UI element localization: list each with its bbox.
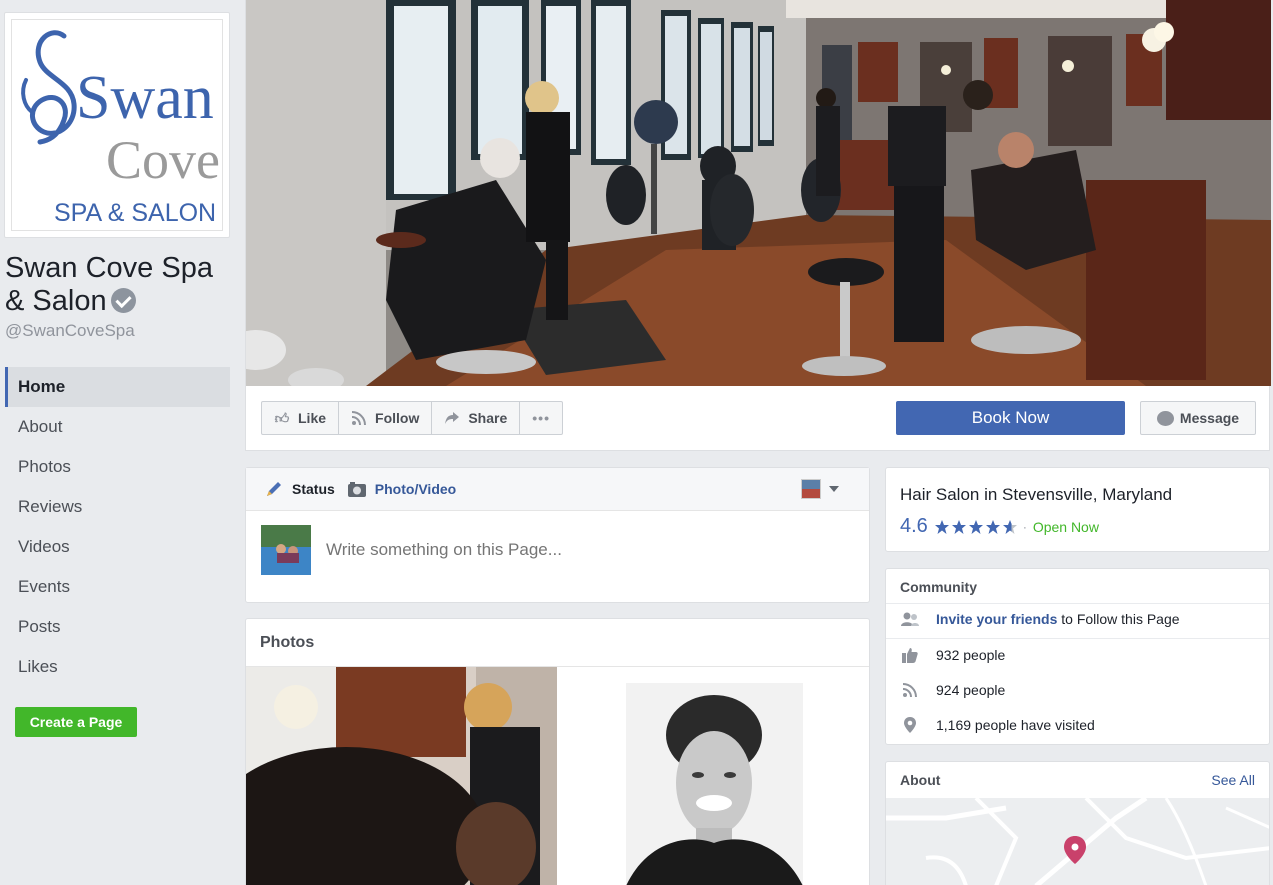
- logo-tagline: SPA & SALON: [54, 199, 216, 227]
- share-label: Share: [468, 410, 508, 426]
- star-icon: [934, 519, 949, 534]
- swan-cove-logo: Swan Cove SPA & SALON: [11, 19, 223, 231]
- invite-row: Invite your friends to Follow this Page: [900, 610, 1180, 628]
- nav-item-posts[interactable]: Posts: [5, 607, 230, 647]
- separator-dot: ·: [1022, 519, 1027, 534]
- star-icon: [985, 519, 1000, 534]
- star-icon: [968, 519, 983, 534]
- visits-count: 1,169 people have visited: [936, 717, 1095, 733]
- messenger-icon: [1156, 410, 1174, 426]
- audience-selector[interactable]: [801, 479, 839, 499]
- tab-photo-label: Photo/Video: [374, 481, 457, 497]
- profile-picture[interactable]: Swan Cove SPA & SALON: [4, 12, 230, 238]
- half-star-icon: [1002, 519, 1017, 534]
- followers-row[interactable]: 924 people: [900, 681, 1005, 699]
- cover-photo[interactable]: [246, 0, 1271, 386]
- verified-badge-icon: [110, 288, 136, 313]
- likes-count: 932 people: [936, 647, 1006, 663]
- book-now-button[interactable]: Book Now: [896, 401, 1125, 435]
- thumbs-up-icon: [900, 646, 920, 664]
- logo-text-swan: Swan: [76, 64, 214, 132]
- more-options-button[interactable]: •••: [520, 402, 562, 434]
- cover-card: 👍︎ Like Follow Share ••• Book Now Messag…: [245, 0, 1271, 451]
- rss-follow-icon: [900, 681, 920, 699]
- nav-item-events[interactable]: Events: [5, 567, 230, 607]
- invite-friends-link[interactable]: Invite your friends: [936, 611, 1057, 627]
- divider: [886, 603, 1269, 604]
- follow-label: Follow: [375, 410, 420, 426]
- friends-icon: [900, 610, 920, 628]
- tab-status-label: Status: [292, 481, 335, 497]
- likes-row[interactable]: 932 people: [900, 646, 1005, 664]
- page-action-group: 👍︎ Like Follow Share •••: [261, 401, 563, 435]
- pencil-icon: [264, 480, 284, 498]
- message-label: Message: [1179, 410, 1240, 426]
- nav-item-home[interactable]: Home: [5, 367, 230, 407]
- nav-item-reviews[interactable]: Reviews: [5, 487, 230, 527]
- page-info-card: Hair Salon in Stevensville, Maryland 4.6…: [885, 467, 1270, 552]
- location-pin-icon: [900, 716, 920, 734]
- page-avatar-thumb: [801, 479, 821, 499]
- divider: [886, 638, 1269, 639]
- star-icon: [951, 519, 966, 534]
- page-title: Swan Cove Spa & Salon: [5, 252, 235, 318]
- rss-follow-icon: [351, 410, 367, 426]
- rating-value: 4.6: [900, 515, 928, 537]
- photo-thumbnail[interactable]: [626, 683, 803, 885]
- share-button[interactable]: Share: [432, 402, 521, 434]
- see-all-link[interactable]: See All: [1211, 772, 1255, 788]
- followers-count: 924 people: [936, 682, 1006, 698]
- message-button[interactable]: Message: [1140, 401, 1256, 435]
- like-button[interactable]: 👍︎ Like: [262, 402, 340, 434]
- tab-status[interactable]: Status: [264, 480, 335, 498]
- nav-item-about[interactable]: About: [5, 407, 230, 447]
- follow-button[interactable]: Follow: [339, 402, 433, 434]
- page-nav: Home About Photos Reviews Videos Events …: [5, 367, 230, 687]
- photo-thumbnail[interactable]: [246, 667, 557, 885]
- nav-item-photos[interactable]: Photos: [5, 447, 230, 487]
- camera-icon: [347, 480, 367, 498]
- community-card: Community Invite your friends to Follow …: [885, 568, 1270, 745]
- nav-item-videos[interactable]: Videos: [5, 527, 230, 567]
- community-title: Community: [900, 579, 977, 595]
- tab-photo-video[interactable]: Photo/Video: [347, 480, 456, 498]
- share-arrow-icon: [444, 410, 460, 426]
- create-page-button[interactable]: Create a Page: [15, 707, 137, 737]
- nav-item-likes[interactable]: Likes: [5, 647, 230, 687]
- open-status: Open Now: [1032, 518, 1099, 535]
- user-avatar: [261, 525, 311, 575]
- location-map[interactable]: [886, 798, 1269, 885]
- invite-rest-text: to Follow this Page: [1057, 611, 1180, 627]
- photos-title: Photos: [246, 619, 869, 667]
- post-composer: Status Photo/Video: [245, 467, 870, 603]
- post-input[interactable]: [326, 540, 846, 560]
- page-handle[interactable]: @SwanCoveSpa: [5, 321, 135, 341]
- chevron-down-icon: [829, 486, 839, 492]
- thumbs-up-icon: 👍︎: [274, 410, 290, 426]
- visits-row[interactable]: 1,169 people have visited: [900, 716, 1095, 734]
- logo-text-cove: Cove: [106, 130, 220, 190]
- more-dots-icon: •••: [532, 410, 550, 426]
- page-category: Hair Salon in Stevensville, Maryland: [900, 485, 1173, 504]
- composer-body: [246, 511, 869, 589]
- composer-tabs: Status Photo/Video: [246, 468, 869, 511]
- about-card: About See All: [885, 761, 1270, 885]
- like-label: Like: [298, 410, 327, 426]
- photos-card: Photos: [245, 618, 870, 885]
- left-sidebar: Swan Cove SPA & SALON Swan Cove Spa & Sa…: [0, 0, 240, 885]
- about-title: About: [900, 772, 941, 788]
- rating-row[interactable]: 4.6 · Open Now: [900, 515, 1099, 538]
- page-name-text: Swan Cove Spa & Salon: [5, 252, 213, 317]
